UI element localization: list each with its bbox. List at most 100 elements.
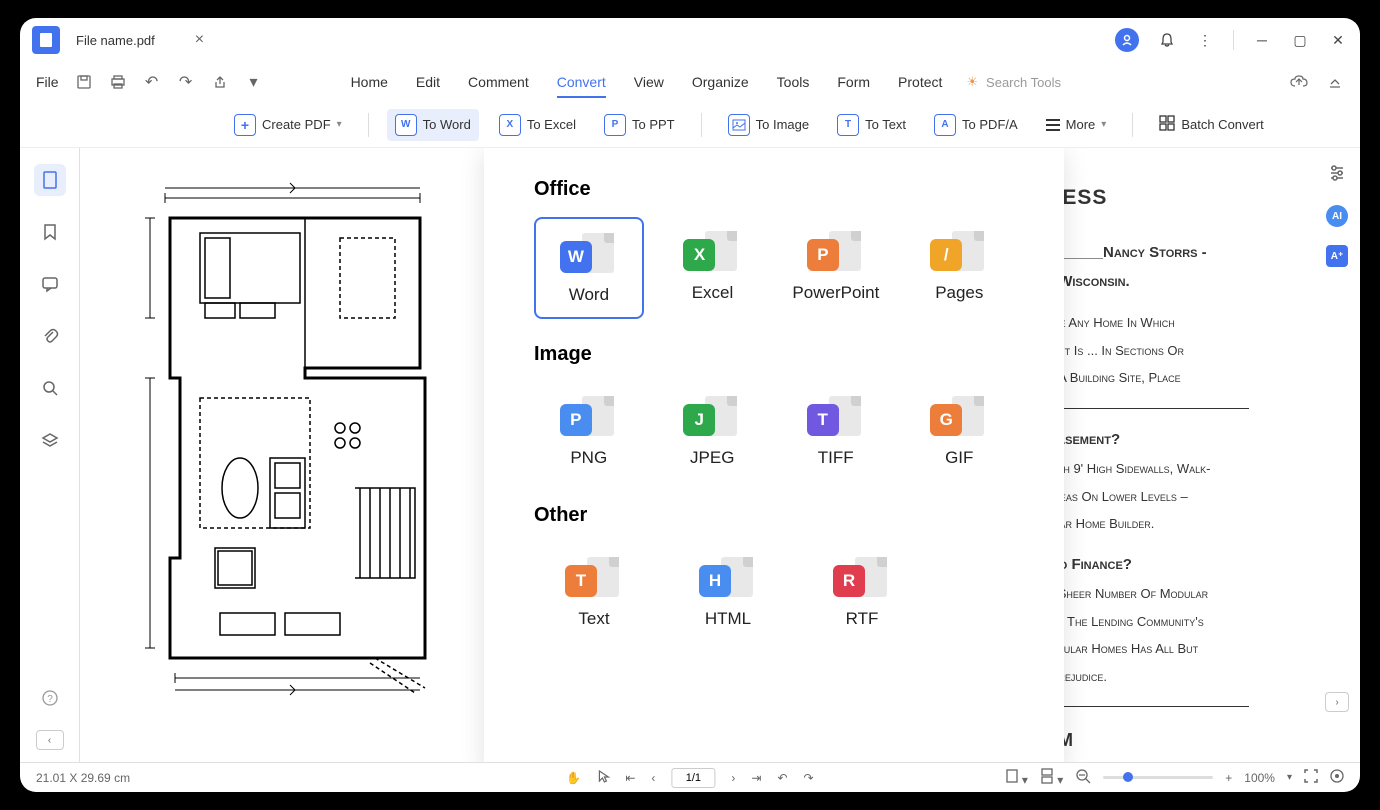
view-mode-icon[interactable]: ▾ [1005, 768, 1028, 787]
convert-option-word[interactable]: WWord [534, 217, 644, 319]
sparkle-icon: ☀ [966, 74, 978, 90]
zoom-in-icon[interactable]: + [1225, 771, 1232, 785]
bookmarks-button[interactable] [34, 216, 66, 248]
chevron-up-icon[interactable] [1326, 73, 1344, 91]
text-icon: T [837, 114, 859, 136]
titlebar: File name.pdf × ⋮ ─ ▢ ✕ [20, 18, 1360, 62]
document-area: Darkness ular Homes______Nancy Storrs - … [80, 148, 1314, 762]
to-pdfa-button[interactable]: A To PDF/A [926, 109, 1026, 141]
minimize-icon[interactable]: ─ [1252, 30, 1272, 50]
more-button[interactable]: More ▾ [1038, 112, 1115, 137]
plus-icon: + [234, 114, 256, 136]
menu-tools[interactable]: Tools [777, 74, 810, 90]
convert-option-excel[interactable]: X Excel [658, 217, 767, 319]
menu-organize[interactable]: Organize [692, 74, 749, 90]
share-icon[interactable] [211, 73, 229, 91]
create-pdf-button[interactable]: + Create PDF ▾ [226, 109, 350, 141]
next-page-icon[interactable]: › [731, 771, 735, 785]
svg-text:?: ? [47, 694, 53, 705]
convert-option-tiff[interactable]: TTIFF [781, 382, 891, 480]
zoom-slider[interactable] [1103, 776, 1213, 779]
file-tab[interactable]: File name.pdf × [76, 31, 204, 49]
app-logo [32, 26, 60, 54]
attachments-button[interactable] [34, 320, 66, 352]
menu-home[interactable]: Home [351, 74, 388, 90]
collapse-left-icon[interactable]: ‹ [36, 730, 64, 750]
undo-icon[interactable]: ↶ [143, 73, 161, 91]
option-label: PNG [570, 448, 607, 468]
search-placeholder[interactable]: Search Tools [986, 75, 1061, 90]
file-menu[interactable]: File [36, 74, 59, 90]
bell-icon[interactable] [1157, 30, 1177, 50]
tiff-icon: T [807, 404, 839, 436]
convert-option-gif[interactable]: GGIF [905, 382, 1015, 480]
png-icon: P [560, 404, 592, 436]
text-icon: T [565, 565, 597, 597]
convert-option-jpeg[interactable]: J JPEG [658, 382, 768, 480]
menu-convert[interactable]: Convert [557, 74, 606, 90]
zoom-out-icon[interactable] [1075, 768, 1091, 787]
convert-toolbar: + Create PDF ▾ W To Word X To Excel P To… [20, 102, 1360, 148]
menubar: File ↶ ↷ ▾ Home Edit Comment Convert View Org… [20, 62, 1360, 102]
hand-tool-icon[interactable]: ✋ [566, 771, 581, 785]
option-label: HTML [705, 609, 751, 629]
comments-button[interactable] [34, 268, 66, 300]
close-icon[interactable]: ✕ [1328, 30, 1348, 50]
word-icon: W [395, 114, 417, 136]
convert-option-text[interactable]: TText [534, 543, 654, 641]
batch-convert-button[interactable]: Batch Convert [1151, 110, 1271, 139]
maximize-icon[interactable]: ▢ [1290, 30, 1310, 50]
rotate-left-icon[interactable]: ↶ [777, 771, 787, 785]
settings-icon[interactable] [1328, 164, 1346, 187]
menu-view[interactable]: View [634, 74, 664, 90]
html-icon: H [699, 565, 731, 597]
user-avatar[interactable] [1115, 28, 1139, 52]
image-icon [728, 114, 750, 136]
help-button[interactable]: ? [34, 682, 66, 714]
to-text-button[interactable]: T To Text [829, 109, 914, 141]
redo-icon[interactable]: ↷ [177, 73, 195, 91]
tab-close-icon[interactable]: × [195, 31, 204, 49]
thumbnails-button[interactable] [34, 164, 66, 196]
print-icon[interactable] [109, 73, 127, 91]
jpeg-icon: J [683, 404, 715, 436]
excel-icon: X [683, 239, 715, 271]
menu-comment[interactable]: Comment [468, 74, 529, 90]
read-mode-icon[interactable] [1330, 769, 1344, 786]
to-word-button[interactable]: W To Word [387, 109, 479, 141]
fullscreen-icon[interactable] [1304, 769, 1318, 786]
kebab-menu-icon[interactable]: ⋮ [1195, 30, 1215, 50]
select-tool-icon[interactable] [597, 769, 609, 786]
scroll-mode-icon[interactable]: ▾ [1040, 768, 1063, 787]
convert-option-pages[interactable]: /Pages [905, 217, 1014, 319]
left-sidebar: ? ‹ [20, 148, 80, 762]
to-image-button[interactable]: To Image [720, 109, 817, 141]
ai-button[interactable]: AI [1326, 205, 1348, 227]
save-icon[interactable] [75, 73, 93, 91]
collapse-right-icon[interactable]: › [1325, 692, 1349, 712]
ppt-icon: P [604, 114, 626, 136]
to-excel-button[interactable]: X To Excel [491, 109, 584, 141]
dropdown-icon[interactable]: ▾ [245, 73, 263, 91]
to-ppt-button[interactable]: P To PPT [596, 109, 683, 141]
option-label: JPEG [690, 448, 734, 468]
menu-protect[interactable]: Protect [898, 74, 942, 90]
translate-button[interactable]: A⁺ [1326, 245, 1348, 267]
file-name: File name.pdf [76, 33, 155, 48]
option-label: PowerPoint [792, 283, 879, 303]
cloud-icon[interactable] [1290, 73, 1308, 91]
menu-edit[interactable]: Edit [416, 74, 440, 90]
last-page-icon[interactable]: ⇥ [751, 771, 761, 785]
search-button[interactable] [34, 372, 66, 404]
page-input[interactable] [671, 768, 715, 788]
menu-form[interactable]: Form [837, 74, 870, 90]
convert-option-rtf[interactable]: RRTF [802, 543, 922, 641]
convert-option-powerpoint[interactable]: PPowerPoint [781, 217, 890, 319]
convert-option-png[interactable]: P PNG [534, 382, 644, 480]
rotate-right-icon[interactable]: ↷ [804, 771, 814, 785]
convert-option-html[interactable]: H HTML [668, 543, 788, 641]
layers-button[interactable] [34, 424, 66, 456]
option-label: Excel [692, 283, 734, 303]
first-page-icon[interactable]: ⇤ [625, 771, 635, 785]
prev-page-icon[interactable]: ‹ [651, 771, 655, 785]
